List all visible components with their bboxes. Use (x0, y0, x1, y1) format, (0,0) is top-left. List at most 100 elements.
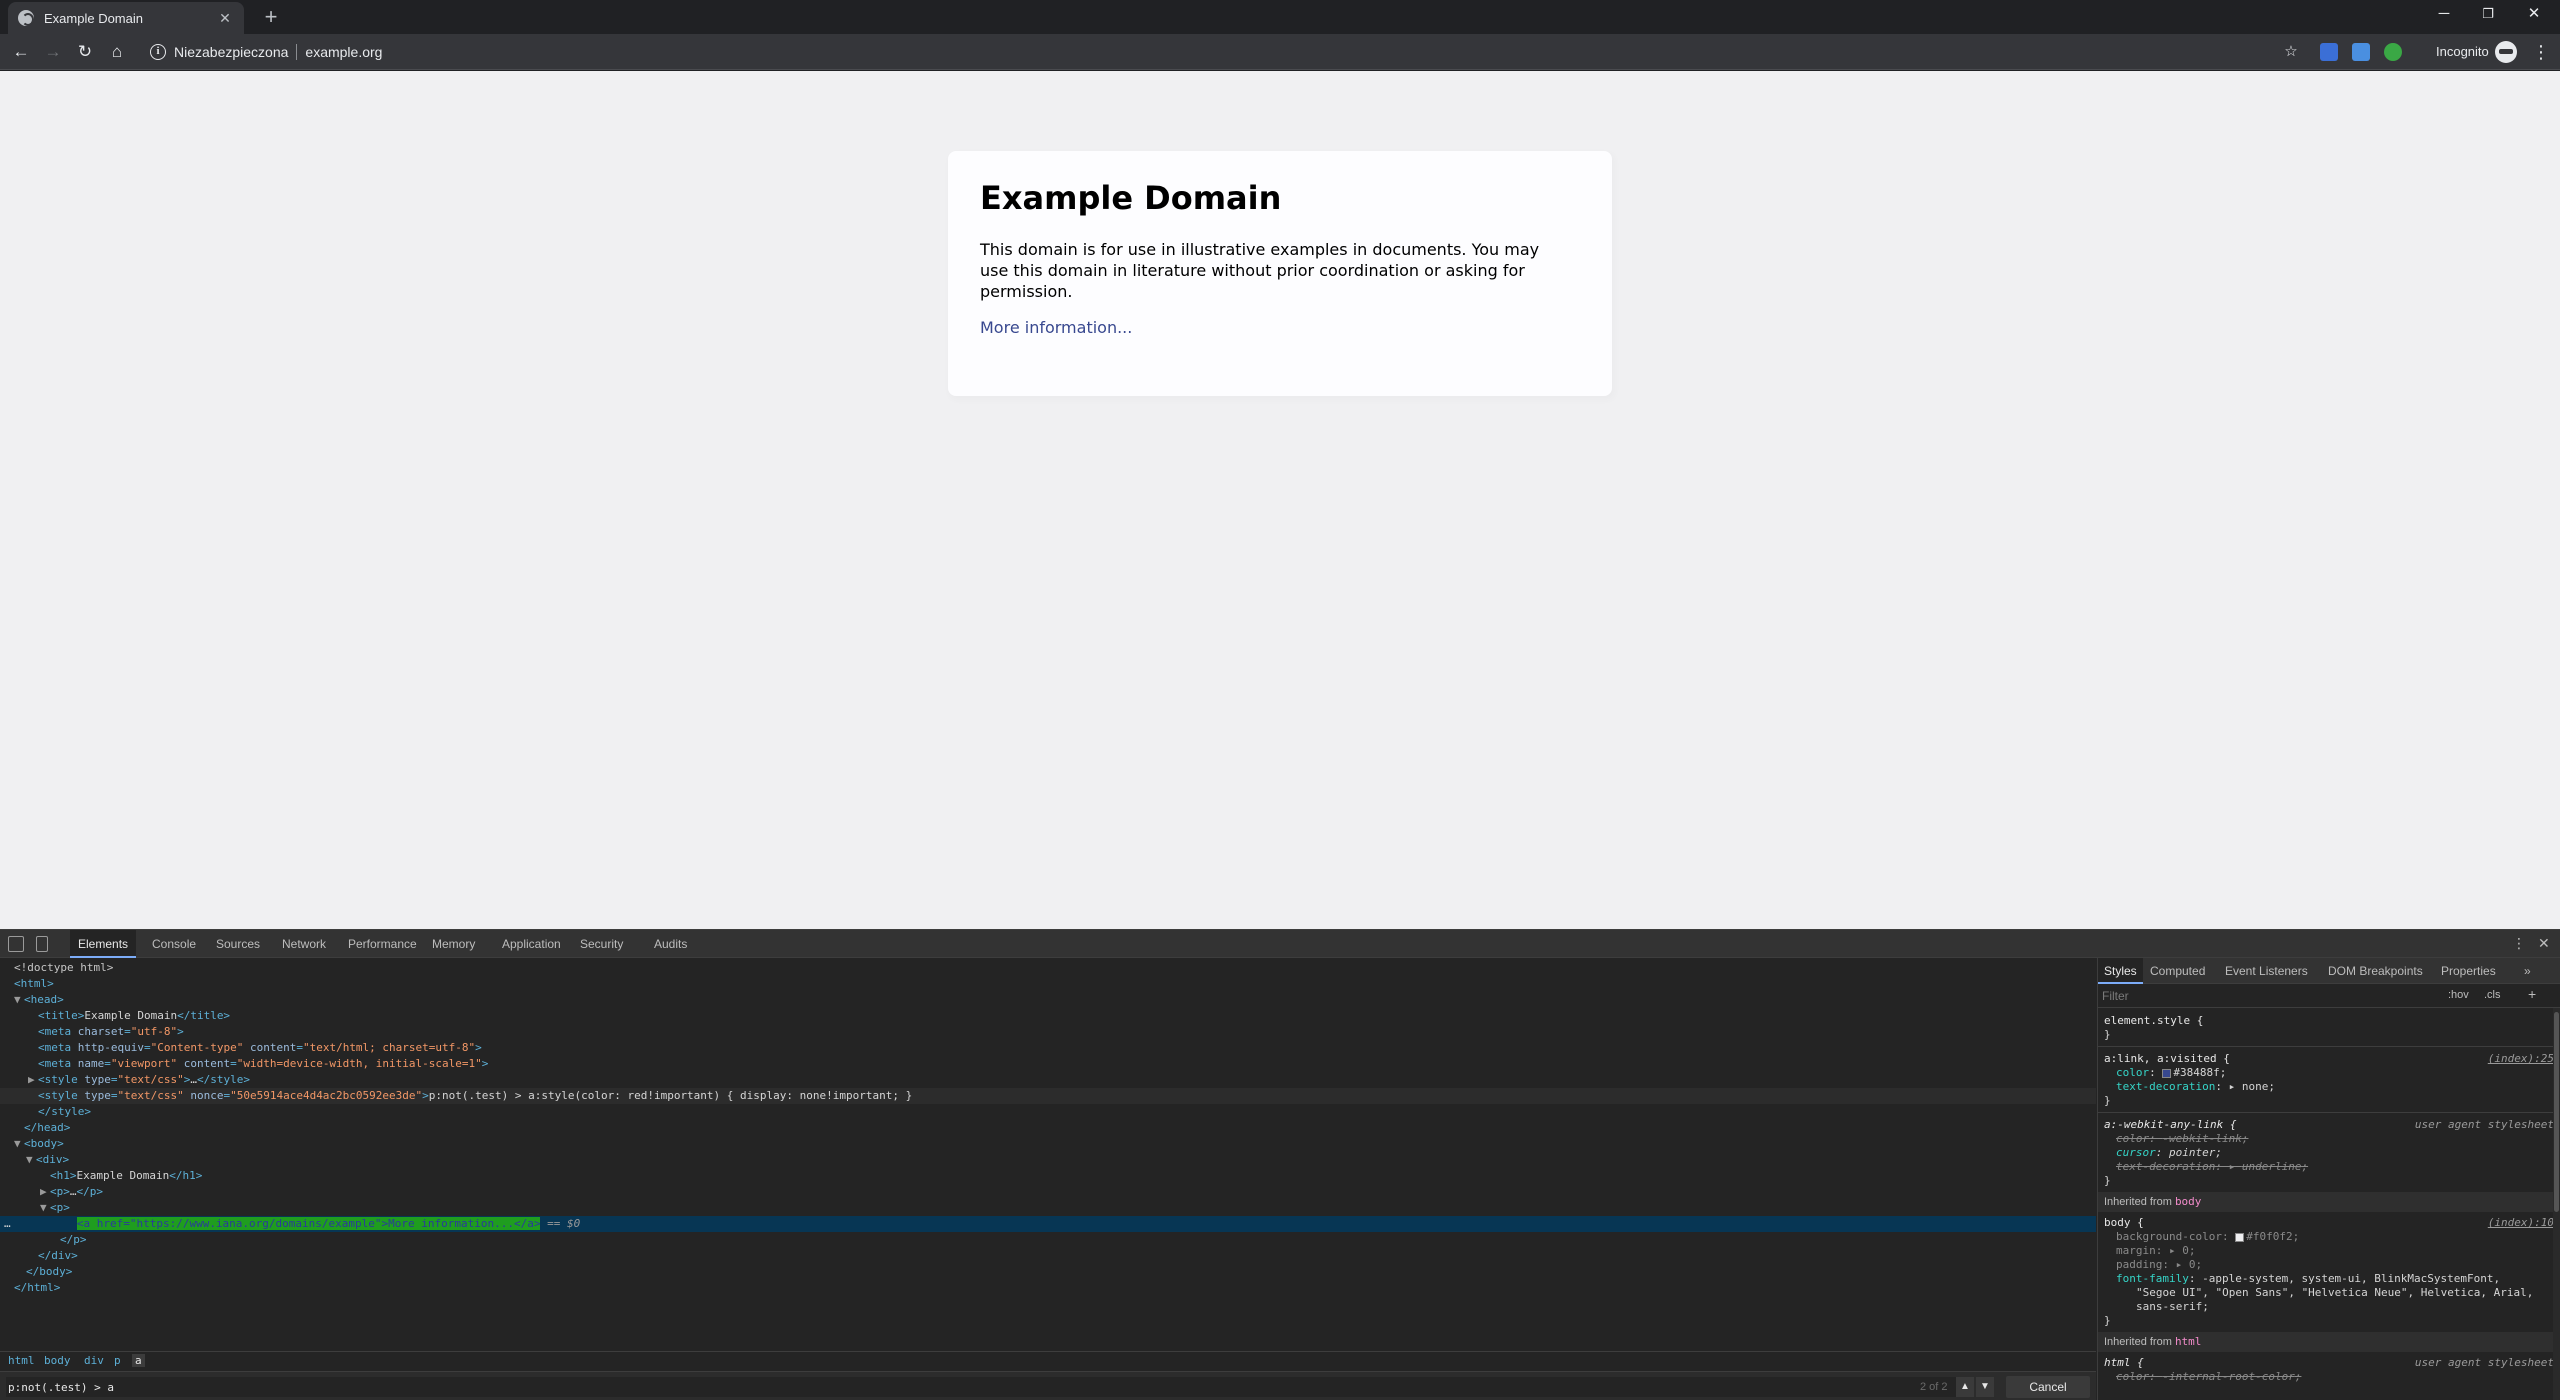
dom-node[interactable]: <meta http-equiv="Content-type" content=… (0, 1040, 2096, 1056)
hov-toggle[interactable]: :hov (2448, 989, 2469, 1001)
tab-security[interactable]: Security (572, 930, 631, 958)
address-bar[interactable]: i Niezabezpieczona example.org (140, 38, 2260, 66)
dom-node[interactable]: <title>Example Domain</title> (0, 1008, 2096, 1024)
tab-performance[interactable]: Performance (340, 930, 425, 958)
declaration-margin[interactable]: margin: ▸ 0; (2116, 1244, 2195, 1258)
declaration-padding[interactable]: padding: ▸ 0; (2116, 1258, 2202, 1272)
search-cancel-button[interactable]: Cancel (2006, 1376, 2090, 1398)
extension-icon[interactable] (2320, 43, 2338, 61)
tab-memory[interactable]: Memory (424, 930, 483, 958)
rule-a-link-selector[interactable]: a:link, a:visited { (2104, 1052, 2230, 1066)
dom-node[interactable]: <!doctype html> (0, 960, 2096, 976)
dom-node[interactable]: </html> (0, 1280, 2096, 1296)
rule-body-source[interactable]: (index):10 (2488, 1216, 2554, 1229)
translate-extension-icon[interactable] (2352, 43, 2370, 61)
page-viewport: Example Domain This domain is for use in… (0, 71, 2560, 929)
dom-node[interactable]: <style type="text/css" nonce="50e5914ace… (0, 1088, 2096, 1104)
tab-properties[interactable]: Properties (2435, 958, 2502, 984)
elements-tree[interactable]: <!doctype html> <html> ▼ <head> <title>Ex… (0, 958, 2096, 1351)
more-tabs-icon[interactable]: » (2518, 958, 2537, 984)
rule-webkit-selector[interactable]: a:-webkit-any-link { (2104, 1118, 2236, 1132)
declaration-color[interactable]: color: #38488f; (2116, 1066, 2226, 1080)
restore-icon[interactable]: ❐ (2466, 0, 2510, 30)
declaration-font-family[interactable]: font-family: -apple-system, system-ui, B… (2116, 1272, 2500, 1286)
dom-node[interactable]: <meta name="viewport" content="width=dev… (0, 1056, 2096, 1072)
new-tab-button[interactable]: + (258, 4, 284, 30)
declaration-text-decoration-overridden[interactable]: text-decoration: ▸ underline; (2116, 1160, 2308, 1174)
dom-node[interactable]: </style> (0, 1104, 2096, 1120)
rule-a-link-source[interactable]: (index):25 (2488, 1052, 2554, 1065)
extension-icon[interactable] (2384, 43, 2402, 61)
home-icon[interactable]: ⌂ (104, 39, 130, 65)
url-host[interactable]: example.org (305, 44, 382, 60)
declaration-color-overridden[interactable]: color: -internal-root-color; (2116, 1370, 2301, 1384)
devtools-close-icon[interactable]: ✕ (2538, 935, 2550, 952)
declaration-text-decoration[interactable]: text-decoration: ▸ none; (2116, 1080, 2275, 1094)
dom-node[interactable]: ▼ <head> (0, 992, 2096, 1008)
incognito-icon[interactable] (2495, 41, 2517, 63)
dom-node[interactable]: <meta charset="utf-8"> (0, 1024, 2096, 1040)
dom-node[interactable]: </div> (0, 1248, 2096, 1264)
declaration-background-color[interactable]: background-color: #f0f0f2; (2116, 1230, 2299, 1244)
rule-html-selector[interactable]: html { (2104, 1356, 2144, 1370)
dom-node[interactable]: ▶ <p>…</p> (0, 1184, 2096, 1200)
dom-node[interactable]: <h1>Example Domain</h1> (0, 1168, 2096, 1184)
dom-node[interactable]: ▼ <p> (0, 1200, 2096, 1216)
back-arrow-icon[interactable]: ← (8, 39, 34, 65)
dom-node[interactable]: </p> (0, 1232, 2096, 1248)
styles-filter-input[interactable] (2102, 987, 2432, 1005)
devtools-menu-icon[interactable]: ⋮ (2512, 935, 2526, 952)
breadcrumb-html[interactable]: html (8, 1354, 35, 1367)
breadcrumb-body[interactable]: body (44, 1354, 71, 1367)
inspect-element-icon[interactable] (8, 936, 24, 952)
tab-console[interactable]: Console (144, 930, 204, 958)
tab-event-listeners[interactable]: Event Listeners (2219, 958, 2314, 984)
forward-arrow-icon[interactable]: → (40, 39, 66, 65)
tab-elements[interactable]: Elements (70, 930, 137, 958)
security-status[interactable]: Niezabezpieczona (174, 44, 288, 60)
search-match-count: 2 of 2 (1920, 1381, 1948, 1393)
incognito-label[interactable]: Incognito (2436, 44, 2489, 59)
search-next-icon[interactable]: ▼ (1976, 1377, 1994, 1397)
styles-scrollbar[interactable] (2553, 1008, 2560, 1400)
device-toolbar-icon[interactable] (36, 936, 48, 952)
dom-node-selected[interactable]: … <a href="https://www.iana.org/domains/… (0, 1216, 2096, 1232)
dom-search-bar: 2 of 2 ▲ ▼ Cancel (0, 1371, 2096, 1400)
browser-tab[interactable]: Example Domain ✕ (8, 2, 244, 34)
dom-node[interactable]: </body> (0, 1264, 2096, 1280)
tab-sources[interactable]: Sources (208, 930, 268, 958)
dom-node[interactable]: <html> (0, 976, 2096, 992)
tab-network[interactable]: Network (274, 930, 334, 958)
search-prev-icon[interactable]: ▲ (1956, 1377, 1974, 1397)
globe-icon (18, 10, 34, 26)
rule-body-selector[interactable]: body { (2104, 1216, 2144, 1230)
dom-node[interactable]: </head> (0, 1120, 2096, 1136)
bookmark-star-icon[interactable]: ☆ (2278, 39, 2304, 65)
breadcrumb-a[interactable]: a (132, 1354, 145, 1367)
dom-node[interactable]: ▼ <body> (0, 1136, 2096, 1152)
rule-element-style[interactable]: element.style { (2104, 1014, 2203, 1028)
dom-search-input[interactable] (6, 1377, 1956, 1397)
reload-icon[interactable]: ↻ (72, 39, 98, 65)
more-information-link[interactable]: More information... (980, 318, 1132, 337)
color-swatch[interactable] (2162, 1068, 2172, 1078)
window-close-icon[interactable]: ✕ (2512, 0, 2556, 30)
dom-node[interactable]: ▼ <div> (0, 1152, 2096, 1168)
tab-dom-breakpoints[interactable]: DOM Breakpoints (2322, 958, 2429, 984)
browser-menu-icon[interactable]: ⋮ (2532, 42, 2550, 62)
color-swatch[interactable] (2235, 1232, 2245, 1242)
add-rule-icon[interactable]: + (2528, 986, 2536, 1002)
declaration-cursor[interactable]: cursor: pointer; (2116, 1146, 2222, 1160)
cls-toggle[interactable]: .cls (2484, 989, 2501, 1001)
breadcrumb-div[interactable]: div (84, 1354, 104, 1367)
tab-computed[interactable]: Computed (2144, 958, 2211, 984)
declaration-color-overridden[interactable]: color: -webkit-link; (2116, 1132, 2248, 1146)
breadcrumb-p[interactable]: p (114, 1354, 121, 1367)
dom-node[interactable]: ▶ <style type="text/css">…</style> (0, 1072, 2096, 1088)
tab-application[interactable]: Application (494, 930, 569, 958)
tab-close-icon[interactable]: ✕ (216, 10, 234, 27)
tab-audits[interactable]: Audits (646, 930, 695, 958)
tab-styles[interactable]: Styles (2098, 958, 2143, 984)
info-icon[interactable]: i (150, 44, 166, 60)
minimize-icon[interactable]: ─ (2422, 0, 2466, 30)
